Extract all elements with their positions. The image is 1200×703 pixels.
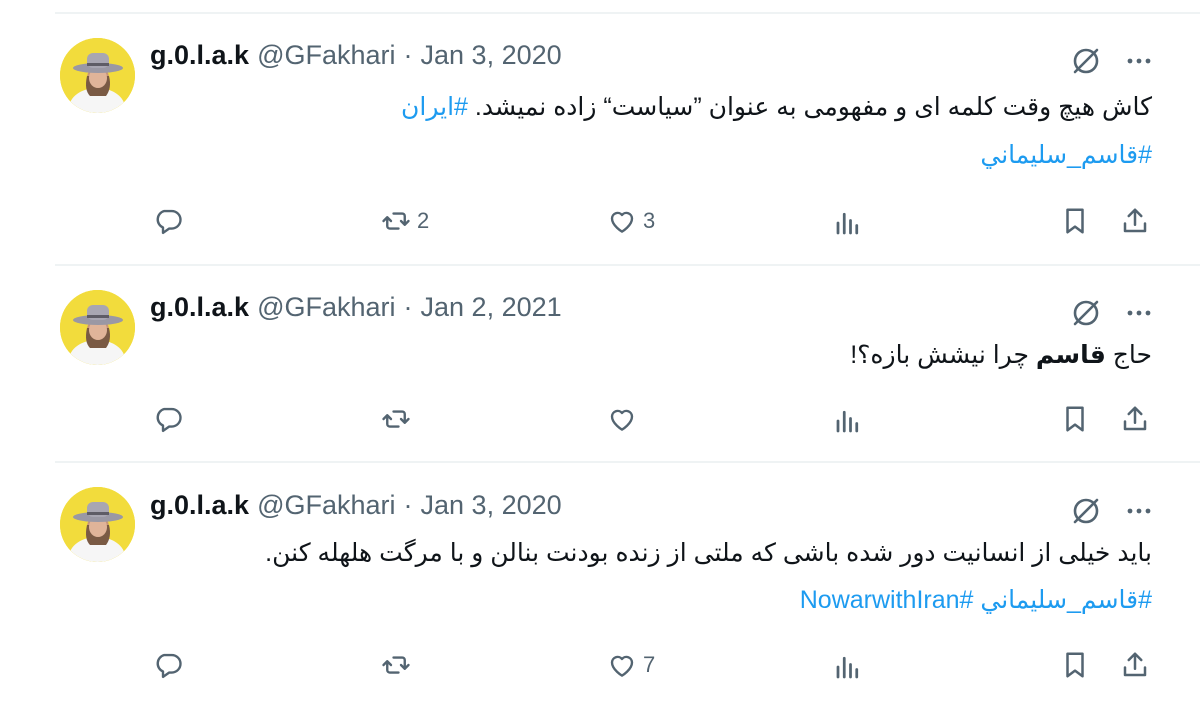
like-button[interactable] [607,404,643,434]
views-button[interactable] [833,652,863,682]
bookmark-icon [1066,208,1084,234]
display-name[interactable]: g.0.l.a.k [150,40,249,71]
tweet-header: g.0.l.a.k @GFakhari · Jan 2, 2021 [150,292,562,323]
avatar[interactable] [60,487,135,562]
tweet-header: g.0.l.a.k @GFakhari · Jan 3, 2020 [150,490,562,521]
share-icon [1123,208,1147,233]
display-name[interactable]: g.0.l.a.k [150,490,249,521]
reply-button[interactable] [153,650,189,680]
grok-icon[interactable] [1069,296,1103,330]
share-icon [1123,652,1147,677]
more-icon[interactable] [1122,44,1156,78]
bookmark-button[interactable] [1060,404,1090,434]
top-divider [55,12,1200,14]
reply-icon [156,407,182,433]
tweet-date[interactable]: Jan 2, 2021 [421,292,562,323]
tweet-text-line: باید خیلی از انسانیت دور شده باشی که ملت… [265,538,1152,568]
share-icon [1123,406,1147,431]
separator-dot: · [403,490,413,520]
like-button[interactable]: 7 [607,650,655,680]
share-button[interactable] [1120,404,1150,434]
user-handle[interactable]: @GFakhari [257,490,395,521]
tweet-divider [55,264,1200,266]
more-icon[interactable] [1122,296,1156,330]
bookmark-icon [1066,406,1084,432]
tweet-text-line: حاج قاسم چرا نیشش بازه؟! [850,340,1152,370]
grok-icon[interactable] [1069,44,1103,78]
tweet-text: کاش هیچ وقت کلمه ای و مفهومی به عنوان ”س… [474,93,1152,121]
like-count: 3 [643,208,656,233]
repost-button[interactable] [381,650,417,680]
bookmark-button[interactable] [1060,650,1090,680]
tweet-text-line: #قاسم_سليماني [980,140,1152,170]
user-handle[interactable]: @GFakhari [257,292,395,323]
avatar-image [60,487,135,562]
reply-button[interactable] [153,404,189,434]
tweet-divider [55,461,1200,463]
bookmark-icon [1066,652,1084,678]
hashtag-link[interactable]: #NowarwithIran [800,586,974,614]
tweet-text-line: کاش هیچ وقت کلمه ای و مفهومی به عنوان ”س… [401,92,1152,122]
tweet-header: g.0.l.a.k @GFakhari · Jan 3, 2020 [150,40,562,71]
more-icon[interactable] [1122,494,1156,528]
views-button[interactable] [833,406,863,436]
separator-dot: · [403,40,413,70]
hashtag-link[interactable]: #قاسم_سليماني [980,141,1152,169]
display-name[interactable]: g.0.l.a.k [150,292,249,323]
tweet-date[interactable]: Jan 3, 2020 [421,490,562,521]
like-icon [610,655,634,677]
repost-icon [382,410,410,428]
like-count: 7 [643,652,656,677]
repost-icon [382,656,410,674]
like-icon [610,211,634,233]
views-icon [836,410,859,433]
grok-icon[interactable] [1069,494,1103,528]
share-button[interactable] [1120,650,1150,680]
share-button[interactable] [1120,206,1150,236]
reply-icon [156,653,182,679]
user-handle[interactable]: @GFakhari [257,40,395,71]
like-icon [610,409,634,431]
avatar-image [60,38,135,113]
tweet-text: باید خیلی از انسانیت دور شده باشی که ملت… [265,539,1152,567]
tweet-date[interactable]: Jan 3, 2020 [421,40,562,71]
bookmark-button[interactable] [1060,206,1090,236]
tweet-text-bold: قاسم [1035,341,1106,369]
avatar[interactable] [60,38,135,113]
repost-count: 2 [417,208,430,233]
views-button[interactable] [833,208,863,238]
tweet-text: چرا نیشش بازه؟! [850,341,1029,369]
views-icon [836,212,859,235]
hashtag-link[interactable]: #ایران [401,93,468,121]
avatar-image [60,290,135,365]
repost-button[interactable]: 2 [381,206,429,236]
hashtag-link[interactable]: #قاسم_سليماني [980,586,1152,614]
separator-dot: · [403,292,413,322]
reply-icon [156,209,182,235]
like-button[interactable]: 3 [607,206,655,236]
avatar[interactable] [60,290,135,365]
tweet-text: حاج [1112,341,1152,369]
reply-button[interactable] [153,206,189,236]
views-icon [836,656,859,679]
repost-icon [382,212,410,230]
repost-button[interactable] [381,404,417,434]
tweet-text-line: #قاسم_سليماني #NowarwithIran [800,585,1152,615]
